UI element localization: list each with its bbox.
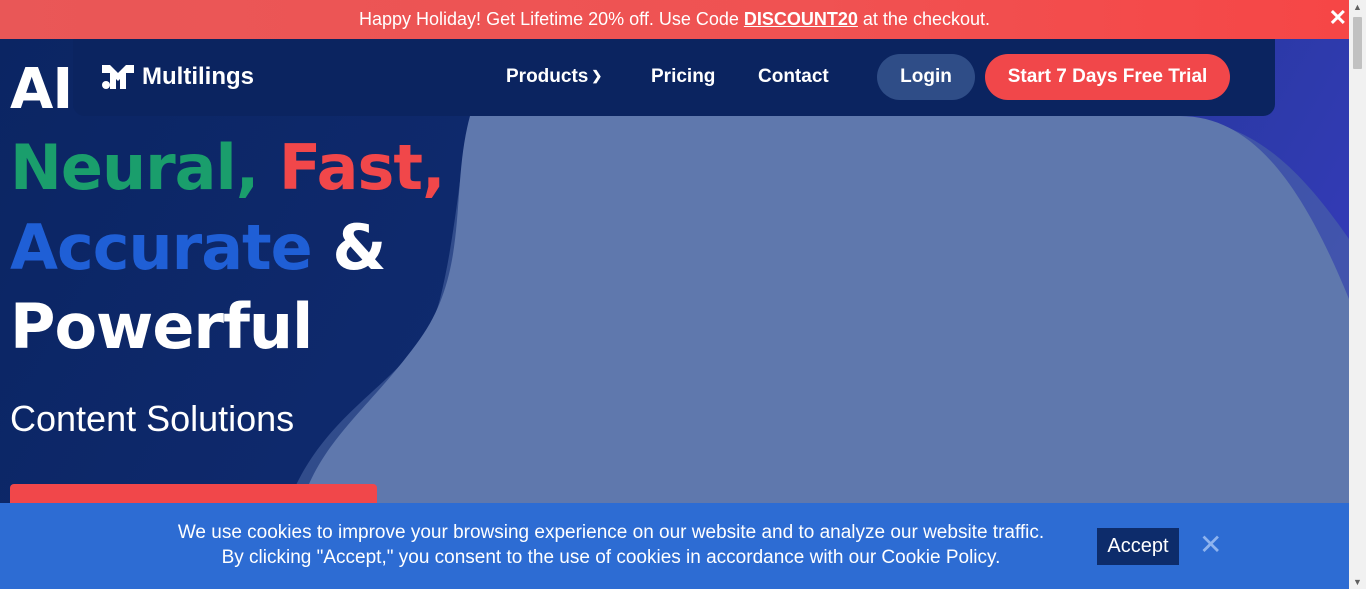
headline-powerful: Powerful (10, 290, 313, 363)
nav-contact[interactable]: Contact (758, 66, 829, 88)
headline-line-3: Accurate & (10, 217, 386, 279)
scrollbar-thumb[interactable] (1353, 17, 1362, 69)
chevron-down-icon: ❯ (591, 68, 603, 83)
headline-ai: AI (10, 57, 73, 122)
logo[interactable]: Multilings (100, 61, 254, 93)
accept-cookies-button[interactable]: Accept (1097, 528, 1179, 565)
promo-bar: Happy Holiday! Get Lifetime 20% off. Use… (0, 0, 1349, 39)
hero-subhead: Content Solutions (10, 398, 295, 439)
navbar: Multilings Products ❯ Pricing Contact Log… (73, 39, 1275, 116)
headline-ampersand: & (332, 211, 386, 284)
login-button[interactable]: Login (877, 54, 975, 100)
scroll-down-arrow-icon[interactable]: ▼ (1353, 577, 1362, 587)
nav-products[interactable]: Products ❯ (506, 66, 602, 88)
headline-accurate: Accurate (10, 211, 313, 284)
cookie-banner: We use cookies to improve your browsing … (0, 503, 1349, 589)
cookie-text-line-2: By clicking "Accept," you consent to the… (221, 547, 1001, 568)
promo-close-icon[interactable]: ✕ (1329, 6, 1347, 30)
headline-fast: Fast, (278, 131, 446, 204)
cookie-text: We use cookies to improve your browsing … (150, 520, 1072, 570)
promo-code: DISCOUNT20 (743, 9, 858, 29)
nav-products-label: Products (506, 66, 589, 87)
multilings-logo-icon (102, 65, 134, 89)
headline-neural: Neural, (10, 131, 259, 204)
free-trial-button[interactable]: Start 7 Days Free Trial (985, 54, 1230, 100)
cookie-text-line-1: We use cookies to improve your browsing … (177, 522, 1045, 543)
promo-text: Happy Holiday! Get Lifetime 20% off. Use… (359, 9, 739, 29)
headline-line-2: Neural, Fast, (10, 137, 446, 199)
scroll-up-arrow-icon[interactable]: ▲ (1353, 2, 1362, 12)
cookie-close-icon[interactable]: ✕ (1199, 530, 1222, 560)
nav-pricing[interactable]: Pricing (651, 66, 715, 88)
scrollbar[interactable]: ▲ ▼ (1349, 0, 1366, 589)
logo-text: Multilings (142, 63, 254, 90)
promo-text-after: at the checkout. (862, 9, 990, 29)
